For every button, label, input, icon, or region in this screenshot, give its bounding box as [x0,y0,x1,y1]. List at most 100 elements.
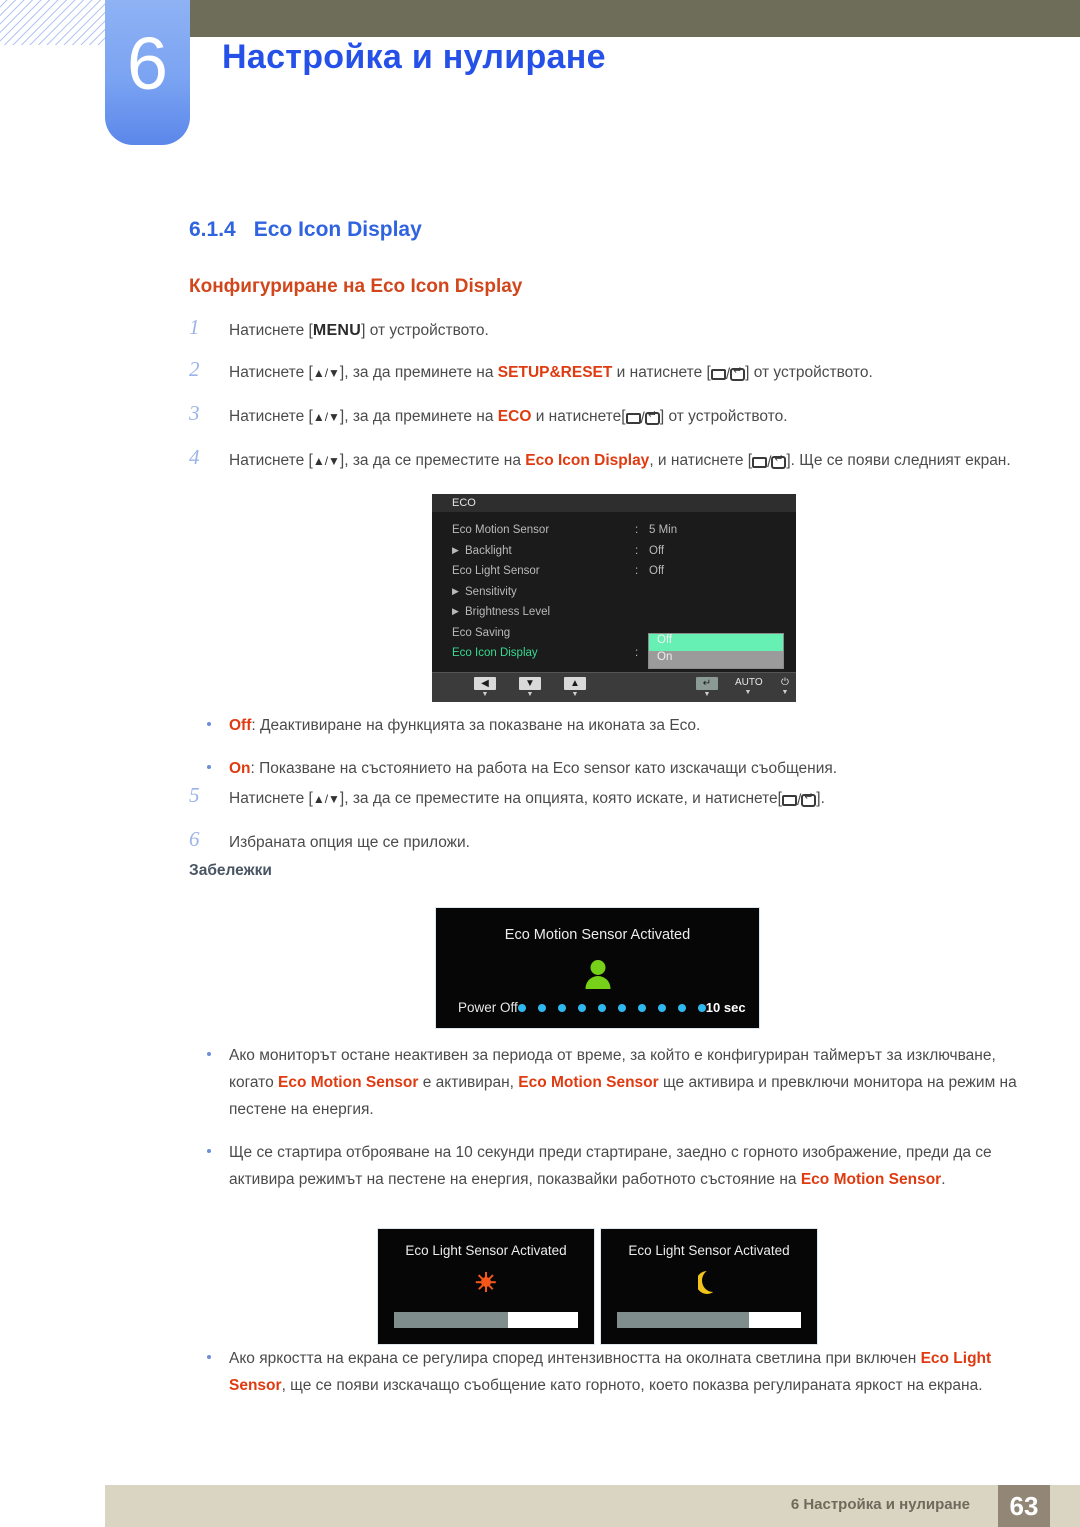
step-number: 1 [189,315,200,339]
step-item: 3 Натиснете [▲/▼], за да преминете на ECO… [189,401,1019,432]
bullet-item: On: Показване на състоянието на работа н… [189,755,1019,782]
osd-option-on[interactable]: On [649,651,783,668]
countdown-dot [677,1003,686,1012]
osd-button-down-arrow[interactable]: ▼ ▼ [517,677,543,698]
chapter-number: 6 [126,22,169,105]
keyword-highlight: Off [229,717,252,734]
osd-button-enter[interactable]: ↵ ▼ [694,677,720,698]
countdown-dot [577,1003,586,1012]
text-run: Натиснете [ [229,790,313,807]
keyword-highlight: Eco Icon Display [525,452,650,469]
countdown-dots [517,1003,706,1012]
keyword-highlight: Eco Motion Sensor [278,1074,419,1091]
select-enter-key-glyph: / [752,450,787,476]
brightness-bar-night [617,1312,801,1328]
osd-menu-row[interactable]: ▶ Sensitivity [432,586,796,607]
keyword-highlight: Eco Motion Sensor [800,1171,942,1188]
sun-icon [475,1272,496,1292]
osd-button-left-arrow[interactable]: ◀ ▼ [472,677,498,698]
section-heading: 6.1.4 Eco Icon Display [189,218,422,242]
bullet-text: Ако яркостта на екрана се регулира споре… [229,1350,991,1394]
page-number: 63 [998,1485,1050,1527]
text-run: Натиснете [ [229,408,313,425]
select-enter-key-glyph: / [710,362,746,388]
person-icon [585,960,611,989]
submenu-arrow-icon: ▶ [452,544,459,555]
osd-button-tick: ▼ [781,689,789,696]
osd-menu-row[interactable]: ▶ Brightness Level [432,606,796,627]
bullet-text: On: Показване на състоянието на работа н… [229,760,837,777]
osd-rows: Eco Motion Sensor:5 Min ▶ Backlight: Off Eco… [432,512,796,672]
updown-key-glyph: ▲/▼ [312,410,340,424]
bullet-text: Ако мониторът остане неактивен за период… [229,1047,1017,1118]
updown-key-glyph: ▲/▼ [312,454,340,468]
bullet-item: Off: Деактивиране на функцията за показв… [189,712,1019,739]
brightness-bar-day [394,1312,578,1328]
select-enter-key-glyph: / [625,406,660,432]
power-off-label: Power Off [458,1000,518,1015]
osd-row-label: Eco Icon Display [452,647,538,659]
countdown-dot [637,1003,646,1012]
section-title: Eco Icon Display [253,218,422,241]
bullet-item: Ако яркостта на екрана се регулира споре… [189,1345,1019,1399]
chapter-title: Настройка и нулиране [222,38,606,76]
step-item: 6 Избраната опция ще се приложи. [189,827,1019,856]
osd-menu-row[interactable]: Eco Motion Sensor:5 Min [432,524,796,545]
step-number: 6 [189,827,200,851]
osd-row-value: Off [649,544,665,557]
osd-button-glyph: ↵ [696,677,718,690]
section-subtitle: Конфигуриране на Eco Icon Display [189,276,523,297]
osd-row-label: Backlight [465,544,512,557]
osd-row-label: Eco Light Sensor [452,565,540,577]
osd-button-tick: ▼ [571,691,579,698]
osd-menu-row[interactable]: Eco Light Sensor: Off [432,565,796,586]
text-run: ] от устройството. [659,408,788,425]
text-run: ] от устройството. [745,364,873,381]
text-run: Избраната опция ще се приложи. [229,834,470,851]
step-number: 2 [189,357,200,381]
osd-row-label: Eco Motion Sensor [452,524,550,536]
countdown-dot [617,1003,626,1012]
text-run: ] от устройството. [361,322,489,339]
osd-button-up-arrow[interactable]: ▲ ▼ [562,677,588,698]
popup-light-title-night: Eco Light Sensor Activated [628,1243,790,1258]
osd-option-off[interactable]: Off [649,634,783,651]
osd-button-tick: ▼ [526,691,534,698]
note-bullets-bottom: Ако яркостта на екрана се регулира споре… [189,1345,1019,1415]
osd-row-colon: : [635,647,639,659]
text-run: Натиснете [ [229,364,313,381]
step-text: Избраната опция ще се приложи. [229,834,470,851]
submenu-arrow-icon: ▶ [452,585,459,596]
keyword-highlight: SETUP&RESET [497,364,613,381]
osd-button-glyph: ▼ [519,677,541,690]
osd-row-value: 5 Min [649,524,678,536]
updown-key-glyph: ▲/▼ [312,792,340,806]
text-run: . [941,1171,946,1188]
step-text: Натиснете [▲/▼], за да преминете на SETU… [229,364,873,383]
keyword-highlight: On [229,760,251,777]
step-item: 2 Натиснете [▲/▼], за да преминете на SET… [189,357,1019,388]
page: 6 Настройка и нулиране 6.1.4 Eco Icon Dis… [0,0,1080,1527]
bullet-item: Ако мониторът остане неактивен за период… [189,1042,1019,1123]
submenu-arrow-icon: ▶ [452,606,459,616]
step-number: 4 [189,445,200,469]
text-run: , и натиснете [ [649,452,753,469]
osd-button-auto[interactable]: AUTO ▼ [735,677,763,696]
menu-key-label: MENU [312,322,362,339]
osd-row-label: Brightness Level [465,606,551,618]
select-enter-key-glyph: / [781,788,817,814]
countdown-dot [537,1003,546,1012]
text-run: : Показване на състоянието на работа на … [250,760,838,777]
bullet-item: Ще се стартира отброяване на 10 секунди … [189,1139,1019,1193]
popup-motion-title: Eco Motion Sensor Activated [504,927,691,943]
osd-button-tick: ▼ [744,689,752,696]
step-item: 5 Натиснете [▲/▼], за да се преместите на… [189,783,1019,814]
popup-light-title-day: Eco Light Sensor Activated [405,1243,567,1258]
countdown-seconds: 10 sec [705,1000,746,1015]
osd-menu-row[interactable]: ▶ Backlight: Off [432,545,796,566]
text-run: ]. [816,790,825,807]
text-run: Натиснете [ [229,322,313,339]
osd-button-power[interactable]: ⏻ ▼ [772,677,798,696]
popup-eco-light-sensor-day: Eco Light Sensor Activated [377,1228,595,1345]
osd-row-label: Eco Saving [452,626,511,639]
